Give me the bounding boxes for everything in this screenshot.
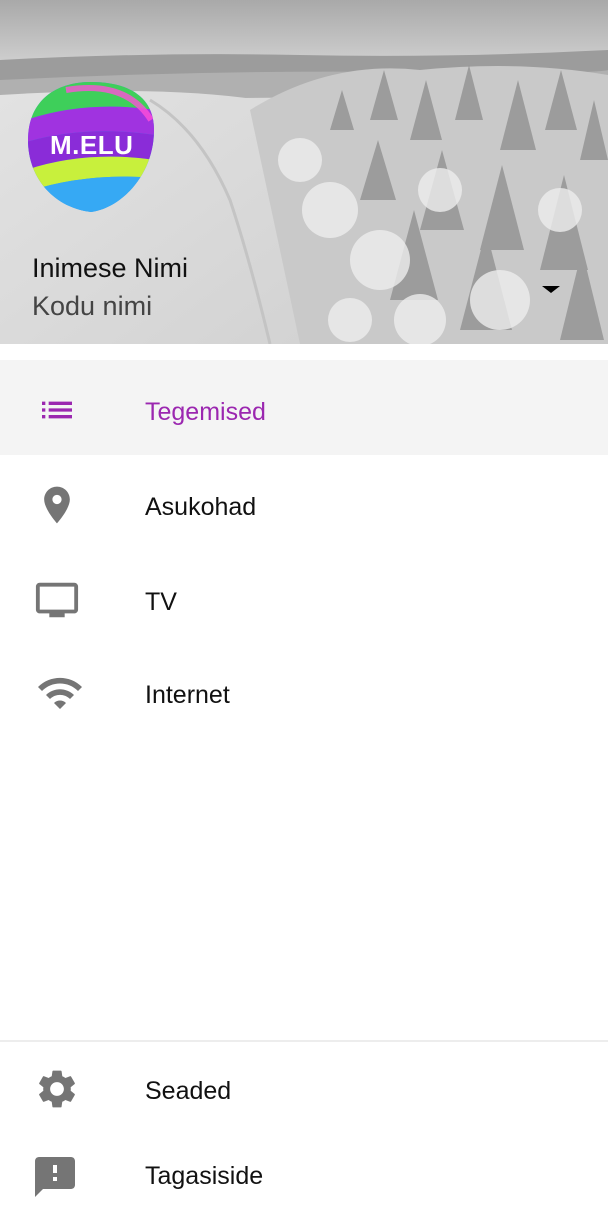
gear-icon: [33, 1065, 81, 1113]
menu-item-internet[interactable]: Internet: [0, 647, 608, 742]
menu-item-tv[interactable]: TV: [0, 552, 608, 647]
menu-item-tegemised[interactable]: Tegemised: [0, 360, 608, 455]
location-pin-icon: [33, 481, 81, 529]
account-dropdown-icon[interactable]: [542, 286, 560, 293]
drawer-header: M.ELU Inimese Nimi Kodu nimi: [0, 0, 608, 344]
menu-item-seaded[interactable]: Seaded: [0, 1043, 608, 1138]
menu-item-label: Tegemised: [145, 398, 266, 426]
menu-item-label: Internet: [145, 681, 230, 709]
menu-item-tagasiside[interactable]: Tagasiside: [0, 1128, 608, 1223]
navigation-drawer: M.ELU Inimese Nimi Kodu nimi Tegemised A…: [0, 0, 608, 1230]
wifi-icon: [36, 669, 84, 717]
user-name: Inimese Nimi: [32, 253, 189, 283]
logo-text: M.ELU: [50, 130, 134, 160]
menu-divider: [0, 1040, 608, 1042]
menu-item-label: Seaded: [145, 1077, 232, 1105]
menu-item-asukohad[interactable]: Asukohad: [0, 457, 608, 552]
menu-item-label: Tagasiside: [145, 1162, 264, 1190]
list-icon: [33, 386, 81, 434]
menu-item-label: TV: [145, 588, 177, 616]
feedback-icon: [31, 1153, 79, 1201]
tv-icon: [33, 576, 81, 624]
menu-item-label: Asukohad: [145, 493, 257, 521]
home-name[interactable]: Kodu nimi: [32, 291, 152, 322]
